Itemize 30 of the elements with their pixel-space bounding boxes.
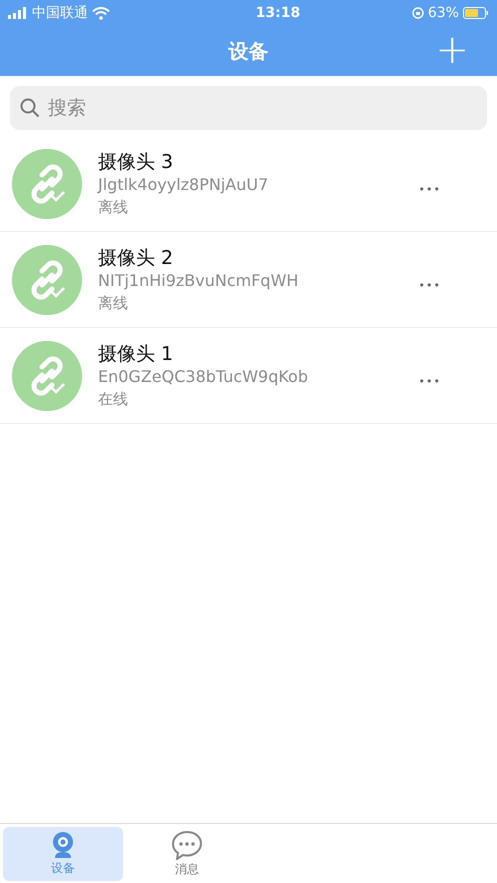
device-row[interactable]: 摄像头 3 Jlgtlk4oyylz8PNjAuU7 离线 •••: [0, 136, 497, 232]
device-status: 离线: [98, 196, 129, 218]
device-id: Jlgtlk4oyylz8PNjAuU7: [98, 174, 270, 196]
search-field[interactable]: 搜索: [10, 86, 487, 130]
link-icon: [12, 340, 82, 410]
more-button[interactable]: •••: [416, 182, 443, 198]
webcam-icon: [50, 831, 76, 859]
device-id: NITj1nHi9zBvuNcmFqWH: [98, 270, 300, 292]
device-name: 摄像头 1: [98, 342, 174, 366]
more-button[interactable]: •••: [416, 374, 443, 390]
more-button[interactable]: •••: [416, 278, 443, 294]
device-id: En0GZeQC38bTucW9qKob: [98, 366, 309, 388]
clock-time: 13:18: [256, 4, 300, 22]
chat-icon: [171, 830, 203, 860]
device-status: 离线: [98, 292, 129, 314]
signal-icon: [8, 7, 28, 19]
carrier-name: 中国联通: [32, 4, 88, 22]
link-icon: [12, 244, 82, 314]
tab[interactable]: 消息: [127, 827, 247, 881]
link-icon: [12, 148, 82, 218]
device-name: 摄像头 2: [98, 246, 174, 270]
page-title: 设备: [228, 38, 268, 65]
wifi-icon: [92, 6, 110, 20]
rotation-lock-icon: [412, 7, 424, 19]
device-status: 在线: [98, 388, 129, 410]
battery-percent: 63%: [428, 4, 459, 22]
battery-icon: [462, 7, 489, 19]
device-name: 摄像头 3: [98, 150, 174, 174]
device-row[interactable]: 摄像头 1 En0GZeQC38bTucW9qKob 在线 •••: [0, 328, 497, 424]
device-row[interactable]: 摄像头 2 NITj1nHi9zBvuNcmFqWH 离线 •••: [0, 232, 497, 328]
